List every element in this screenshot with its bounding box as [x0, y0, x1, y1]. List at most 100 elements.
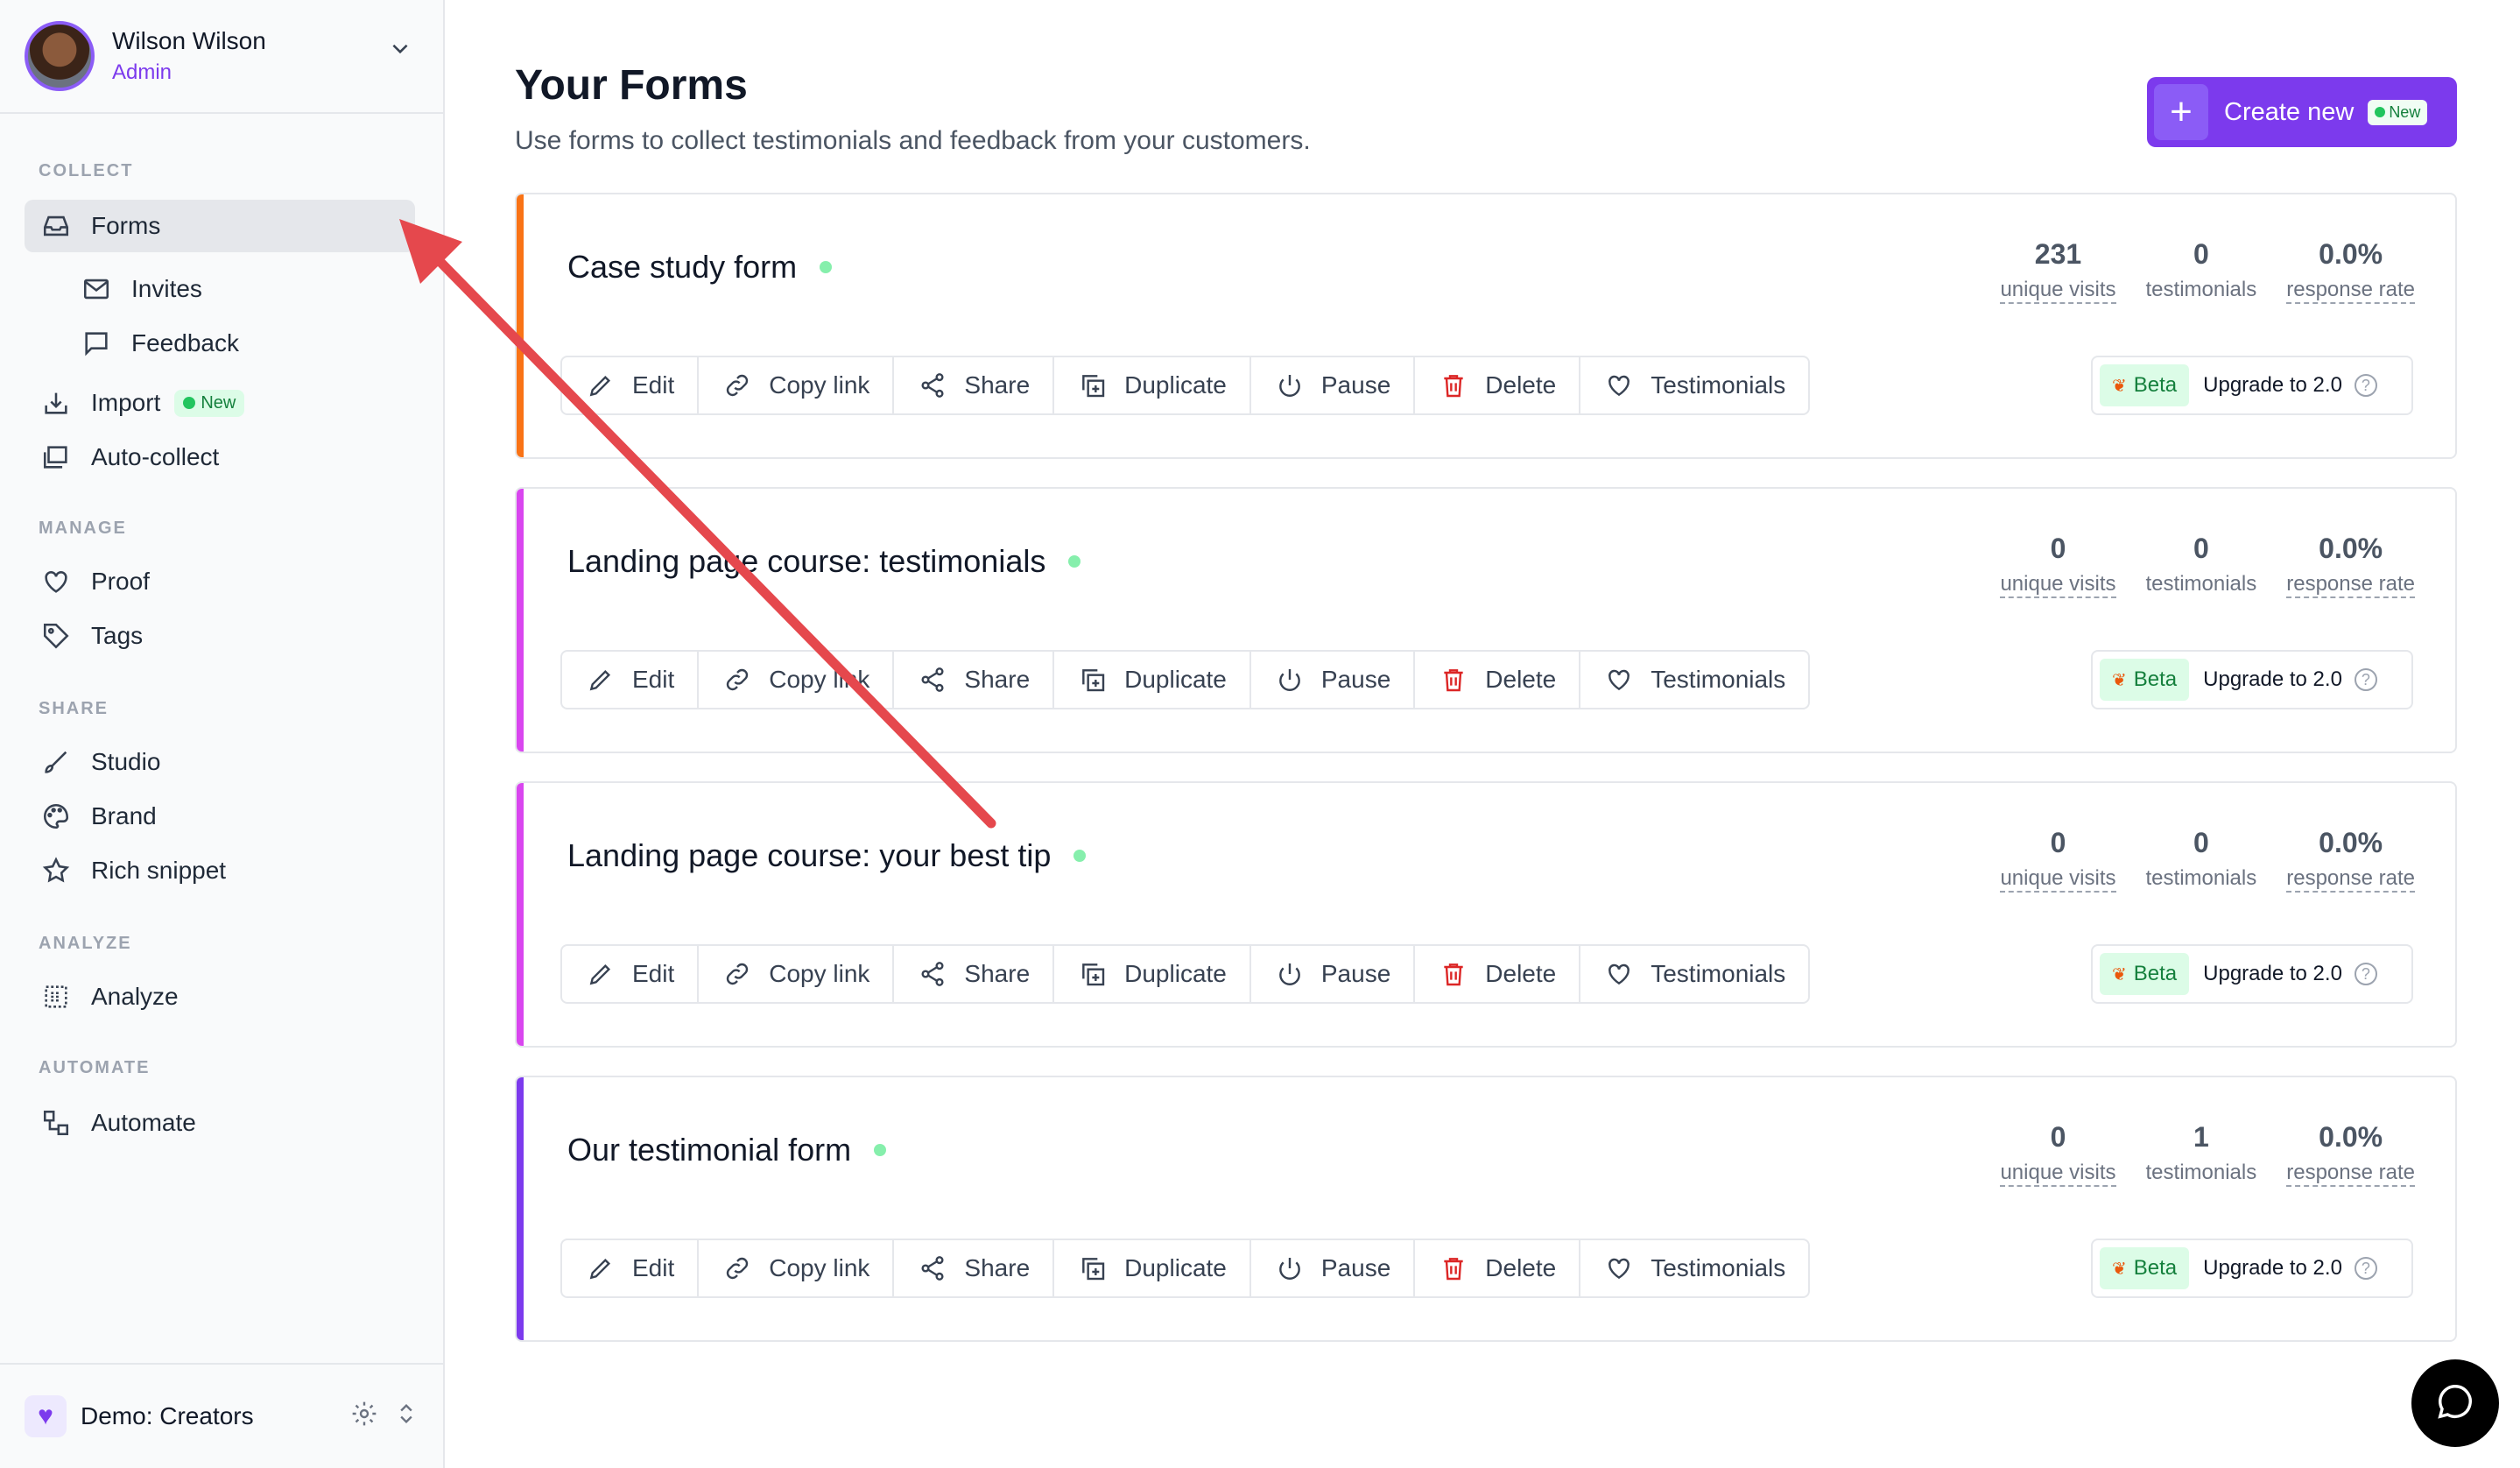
copy-link-button[interactable]: Copy link [699, 1240, 895, 1296]
pause-button[interactable]: Pause [1251, 946, 1416, 1002]
upgrade-label: Upgrade to 2.0 [2203, 962, 2342, 985]
delete-button[interactable]: Delete [1415, 946, 1581, 1002]
pencil-icon [585, 958, 616, 990]
palette-icon [39, 799, 74, 834]
stat-visits-label[interactable]: unique visits [2000, 278, 2116, 304]
stat-visits-value: 0 [2050, 533, 2066, 564]
trash-icon [1438, 958, 1469, 990]
sidebar-item-automate[interactable]: Automate [0, 1097, 438, 1149]
stat-rate-label[interactable]: response rate [2286, 572, 2415, 598]
user-menu[interactable]: Wilson Wilson Admin [0, 0, 443, 114]
share-button[interactable]: Share [894, 946, 1055, 1002]
stat-testimonials-label: testimonials [2145, 866, 2257, 890]
stat-rate-label[interactable]: response rate [2286, 278, 2415, 304]
chevron-updown-icon[interactable] [394, 1400, 419, 1434]
upgrade-box[interactable]: ❦ Beta Upgrade to 2.0 ? [2091, 356, 2413, 415]
stat-rate-value: 0.0% [2319, 238, 2383, 270]
form-title[interactable]: Landing page course: testimonials [567, 543, 1045, 580]
duplicate-button[interactable]: Duplicate [1054, 946, 1251, 1002]
sidebar-item-tags[interactable]: Tags [0, 610, 438, 662]
help-icon[interactable]: ? [2354, 374, 2377, 397]
upgrade-box[interactable]: ❦ Beta Upgrade to 2.0 ? [2091, 944, 2413, 1004]
stat-visits-label[interactable]: unique visits [2000, 572, 2116, 598]
copy-link-button[interactable]: Copy link [699, 946, 895, 1002]
form-actions: Edit Copy link Share Duplicate Pause Del… [560, 1239, 1811, 1298]
pause-button[interactable]: Pause [1251, 357, 1416, 413]
form-title[interactable]: Our testimonial form [567, 1132, 851, 1168]
avatar [25, 21, 95, 91]
copy-link-button[interactable]: Copy link [699, 357, 895, 413]
testimonials-button[interactable]: Testimonials [1580, 946, 1808, 1002]
stat-rate-label[interactable]: response rate [2286, 1161, 2415, 1187]
copy-link-button[interactable]: Copy link [699, 652, 895, 708]
sidebar-item-feedback[interactable]: Feedback [0, 317, 438, 370]
create-new-button[interactable]: + Create new New [2147, 77, 2457, 147]
stat-testimonials-value: 0 [2193, 533, 2209, 564]
page-subtitle: Use forms to collect testimonials and fe… [515, 126, 1311, 155]
duplicate-button[interactable]: Duplicate [1054, 652, 1251, 708]
testimonials-button[interactable]: Testimonials [1580, 357, 1808, 413]
help-icon[interactable]: ? [2354, 963, 2377, 985]
help-icon[interactable]: ? [2354, 1257, 2377, 1280]
delete-button[interactable]: Delete [1415, 1240, 1581, 1296]
stat-testimonials-label: testimonials [2145, 1161, 2257, 1184]
upgrade-box[interactable]: ❦ Beta Upgrade to 2.0 ? [2091, 1239, 2413, 1298]
trash-icon [1438, 1253, 1469, 1284]
workspace-switcher[interactable]: ♥ Demo: Creators [0, 1363, 443, 1468]
duplicate-icon [1077, 664, 1109, 695]
gear-icon[interactable] [350, 1400, 378, 1434]
pause-button[interactable]: Pause [1251, 652, 1416, 708]
beta-badge: ❦ Beta [2100, 1247, 2190, 1289]
upgrade-box[interactable]: ❦ Beta Upgrade to 2.0 ? [2091, 650, 2413, 709]
edit-button[interactable]: Edit [562, 1240, 700, 1296]
pause-button[interactable]: Pause [1251, 1240, 1416, 1296]
stat-testimonials-value: 0 [2193, 238, 2209, 270]
stat-testimonials-label: testimonials [2145, 572, 2257, 596]
link-icon [722, 664, 753, 695]
testimonials-button[interactable]: Testimonials [1580, 1240, 1808, 1296]
sidebar-item-analyze[interactable]: Analyze [0, 970, 438, 1023]
form-title[interactable]: Case study form [567, 249, 797, 286]
chat-launcher-button[interactable] [2411, 1359, 2499, 1447]
sidebar-item-proof[interactable]: Proof [0, 555, 438, 608]
chevron-down-icon[interactable] [389, 37, 412, 66]
sidebar-item-import[interactable]: Import New [0, 377, 438, 429]
delete-button[interactable]: Delete [1415, 652, 1581, 708]
form-accent-bar [517, 194, 524, 457]
share-icon [917, 370, 948, 401]
sidebar-item-invites[interactable]: Invites [0, 263, 438, 315]
share-icon [917, 958, 948, 990]
share-button[interactable]: Share [894, 652, 1055, 708]
brush-icon [39, 745, 74, 780]
share-button[interactable]: Share [894, 1240, 1055, 1296]
message-icon [79, 326, 114, 361]
stat-visits-label[interactable]: unique visits [2000, 1161, 2116, 1187]
duplicate-button[interactable]: Duplicate [1054, 1240, 1251, 1296]
delete-button[interactable]: Delete [1415, 357, 1581, 413]
new-badge: New [2368, 99, 2428, 125]
help-icon[interactable]: ? [2354, 668, 2377, 691]
share-icon [917, 1253, 948, 1284]
sidebar-item-studio[interactable]: Studio [0, 736, 438, 788]
sidebar-item-label: Feedback [131, 329, 239, 356]
beta-badge: ❦ Beta [2100, 953, 2190, 995]
duplicate-button[interactable]: Duplicate [1054, 357, 1251, 413]
sidebar-item-forms[interactable]: Forms [25, 200, 415, 252]
edit-button[interactable]: Edit [562, 652, 700, 708]
stat-rate-value: 0.0% [2319, 533, 2383, 564]
stat-rate-label[interactable]: response rate [2286, 866, 2415, 893]
sidebar-item-rich-snippet[interactable]: Rich snippet [0, 844, 438, 897]
form-title[interactable]: Landing page course: your best tip [567, 837, 1051, 874]
stat-visits-label[interactable]: unique visits [2000, 866, 2116, 893]
edit-button[interactable]: Edit [562, 357, 700, 413]
form-accent-bar [517, 489, 524, 752]
sidebar-item-label: Studio [91, 748, 161, 775]
testimonials-button[interactable]: Testimonials [1580, 652, 1808, 708]
form-actions: Edit Copy link Share Duplicate Pause Del… [560, 356, 1811, 415]
edit-button[interactable]: Edit [562, 946, 700, 1002]
sidebar-item-label: Auto-collect [91, 443, 220, 470]
sidebar-item-brand[interactable]: Brand [0, 790, 438, 843]
pencil-icon [585, 664, 616, 695]
sidebar-item-auto-collect[interactable]: Auto-collect [0, 431, 438, 483]
share-button[interactable]: Share [894, 357, 1055, 413]
